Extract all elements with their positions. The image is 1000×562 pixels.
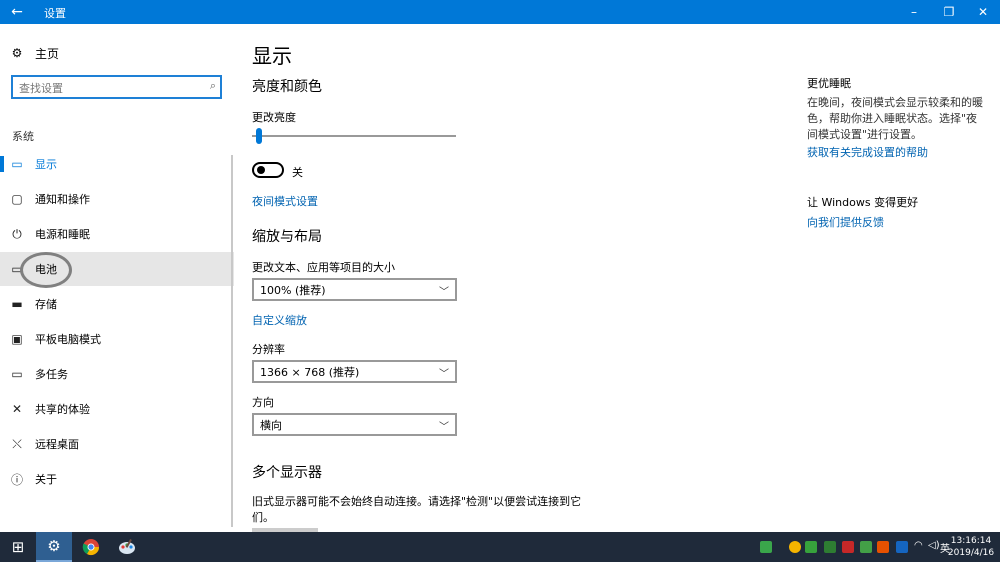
resolution-value: 1366 × 768 (推荐)	[260, 365, 360, 379]
page-title: 显示	[252, 44, 292, 68]
text-size-label: 更改文本、应用等项目的大小	[252, 261, 395, 274]
highlight-circle	[20, 252, 72, 288]
start-windows-icon[interactable]: ⊞	[0, 532, 36, 562]
tray-app-icon[interactable]	[842, 541, 854, 553]
taskbar: ⊞ ⚙ ◠ ◁) 英 13:16:14 2019/4/16	[0, 532, 1000, 562]
sidebar-item-label: 显示	[35, 158, 57, 171]
sidebar-item-remote[interactable]: ⤬ 远程桌面	[0, 427, 234, 461]
better-sleep-text: 在晚间，夜间模式会显示较柔和的暖色，帮助你进入睡眠状态。选择"夜间模式设置"进行…	[807, 96, 983, 141]
brightness-label: 更改亮度	[252, 111, 296, 124]
nav-home-label: 主页	[35, 46, 60, 61]
help-link[interactable]: 获取有关完成设置的帮助	[807, 144, 928, 160]
night-light-settings-link[interactable]: 夜间模式设置	[252, 193, 318, 209]
remote-icon: ⤬	[12, 436, 22, 451]
text-size-select[interactable]: 100% (推荐) ﹀	[252, 278, 457, 301]
sidebar-item-label: 多任务	[35, 368, 68, 381]
toggle-knob	[257, 166, 265, 174]
resolution-label: 分辨率	[252, 343, 285, 356]
chevron-down-icon: ﹀	[439, 287, 449, 298]
group-label: 系统	[12, 130, 34, 143]
title-bar: ← 设置 – ❐ ✕	[0, 0, 1000, 24]
chrome-logo	[82, 539, 100, 556]
sidebar-item-label: 电源和睡眠	[35, 228, 90, 241]
sidebar-item-label: 关于	[35, 473, 57, 486]
orientation-label: 方向	[252, 396, 274, 409]
orientation-value: 横向	[260, 418, 282, 432]
chevron-down-icon: ﹀	[439, 369, 449, 380]
shared-icon: ✕	[11, 402, 23, 416]
monitor-icon: ▭	[11, 157, 23, 171]
section-brightness: 亮度和颜色	[252, 79, 322, 95]
tray-app-icon[interactable]	[789, 541, 801, 553]
sidebar-item-power[interactable]: ⏻ 电源和睡眠	[0, 217, 234, 251]
sidebar-item-label: 平板电脑模式	[35, 333, 101, 346]
clock-time: 13:16:14	[950, 536, 992, 546]
info-icon: ⓘ	[10, 472, 23, 487]
search-input[interactable]	[13, 78, 193, 99]
sidebar-item-about[interactable]: ⓘ 关于	[0, 462, 234, 496]
section-scale: 缩放与布局	[252, 229, 322, 245]
sidebar-item-storage[interactable]: ▬ 存储	[0, 287, 234, 321]
sidebar-item-label: 远程桌面	[35, 438, 79, 451]
sidebar-item-shared[interactable]: ✕ 共享的体验	[0, 392, 234, 426]
resolution-select[interactable]: 1366 × 768 (推荐) ﹀	[252, 360, 457, 383]
brightness-slider-track[interactable]	[252, 135, 456, 137]
chrome-icon[interactable]	[73, 532, 109, 562]
tray-app-icon[interactable]	[824, 541, 836, 553]
sidebar-item-notifications[interactable]: ▢ 通知和操作	[0, 182, 234, 216]
tablet-icon: ▣	[11, 332, 23, 346]
search-icon[interactable]: ⌕	[210, 79, 216, 93]
night-light-toggle[interactable]	[252, 162, 284, 178]
gear-icon: ⚙	[11, 46, 23, 60]
section-multiple-displays: 多个显示器	[252, 465, 322, 481]
clock-date: 2019/4/16	[947, 548, 995, 558]
close-icon[interactable]: ✕	[966, 0, 1000, 24]
sidebar-item-label: 通知和操作	[35, 193, 90, 206]
text-size-value: 100% (推荐)	[260, 283, 326, 297]
night-light-state: 关	[292, 166, 303, 179]
sidebar-item-label: 存储	[35, 298, 57, 311]
multitask-icon: ▭	[11, 367, 23, 381]
tray-app-icon[interactable]	[805, 541, 817, 553]
tray-app-icon[interactable]	[760, 541, 772, 553]
selection-accent	[0, 156, 4, 172]
tray-app-icon[interactable]	[860, 541, 872, 553]
improve-windows-title: 让 Windows 变得更好	[807, 196, 919, 209]
sidebar-item-tablet[interactable]: ▣ 平板电脑模式	[0, 322, 234, 356]
sidebar-item-display[interactable]: ▭ 显示	[0, 147, 234, 181]
settings-gear-icon[interactable]: ⚙	[36, 532, 72, 562]
search-box[interactable]: ⌕	[11, 75, 222, 99]
feedback-link[interactable]: 向我们提供反馈	[807, 214, 884, 230]
notification-icon: ▢	[11, 192, 23, 206]
nav-home[interactable]: ⚙ 主页	[10, 44, 59, 62]
clock[interactable]: 13:16:14 2019/4/16	[946, 535, 996, 559]
better-sleep-title: 更优睡眠	[807, 77, 851, 90]
paint-logo	[119, 539, 135, 554]
sidebar-item-label: 共享的体验	[35, 403, 90, 416]
window-title: 设置	[44, 7, 66, 20]
wifi-icon[interactable]: ◠	[914, 540, 923, 551]
sidebar-item-multitasking[interactable]: ▭ 多任务	[0, 357, 234, 391]
back-arrow-icon[interactable]: ←	[0, 0, 34, 24]
paint-icon[interactable]	[109, 532, 145, 562]
brightness-slider-thumb[interactable]	[255, 128, 262, 144]
chevron-down-icon: ﹀	[439, 422, 449, 433]
power-icon: ⏻	[12, 226, 22, 241]
volume-icon[interactable]: ◁)	[928, 540, 940, 551]
storage-icon: ▬	[11, 297, 23, 311]
tray-app-icon[interactable]	[896, 541, 908, 553]
custom-scaling-link[interactable]: 自定义缩放	[252, 312, 307, 328]
multiple-displays-text: 旧式显示器可能不会始终自动连接。请选择"检测"以便尝试连接到它们。	[252, 495, 582, 524]
orientation-select[interactable]: 横向 ﹀	[252, 413, 457, 436]
restore-icon[interactable]: ❐	[932, 0, 966, 24]
tray-app-icon[interactable]	[877, 541, 889, 553]
scrollbar[interactable]	[231, 155, 233, 527]
minimize-icon[interactable]: –	[897, 0, 931, 24]
